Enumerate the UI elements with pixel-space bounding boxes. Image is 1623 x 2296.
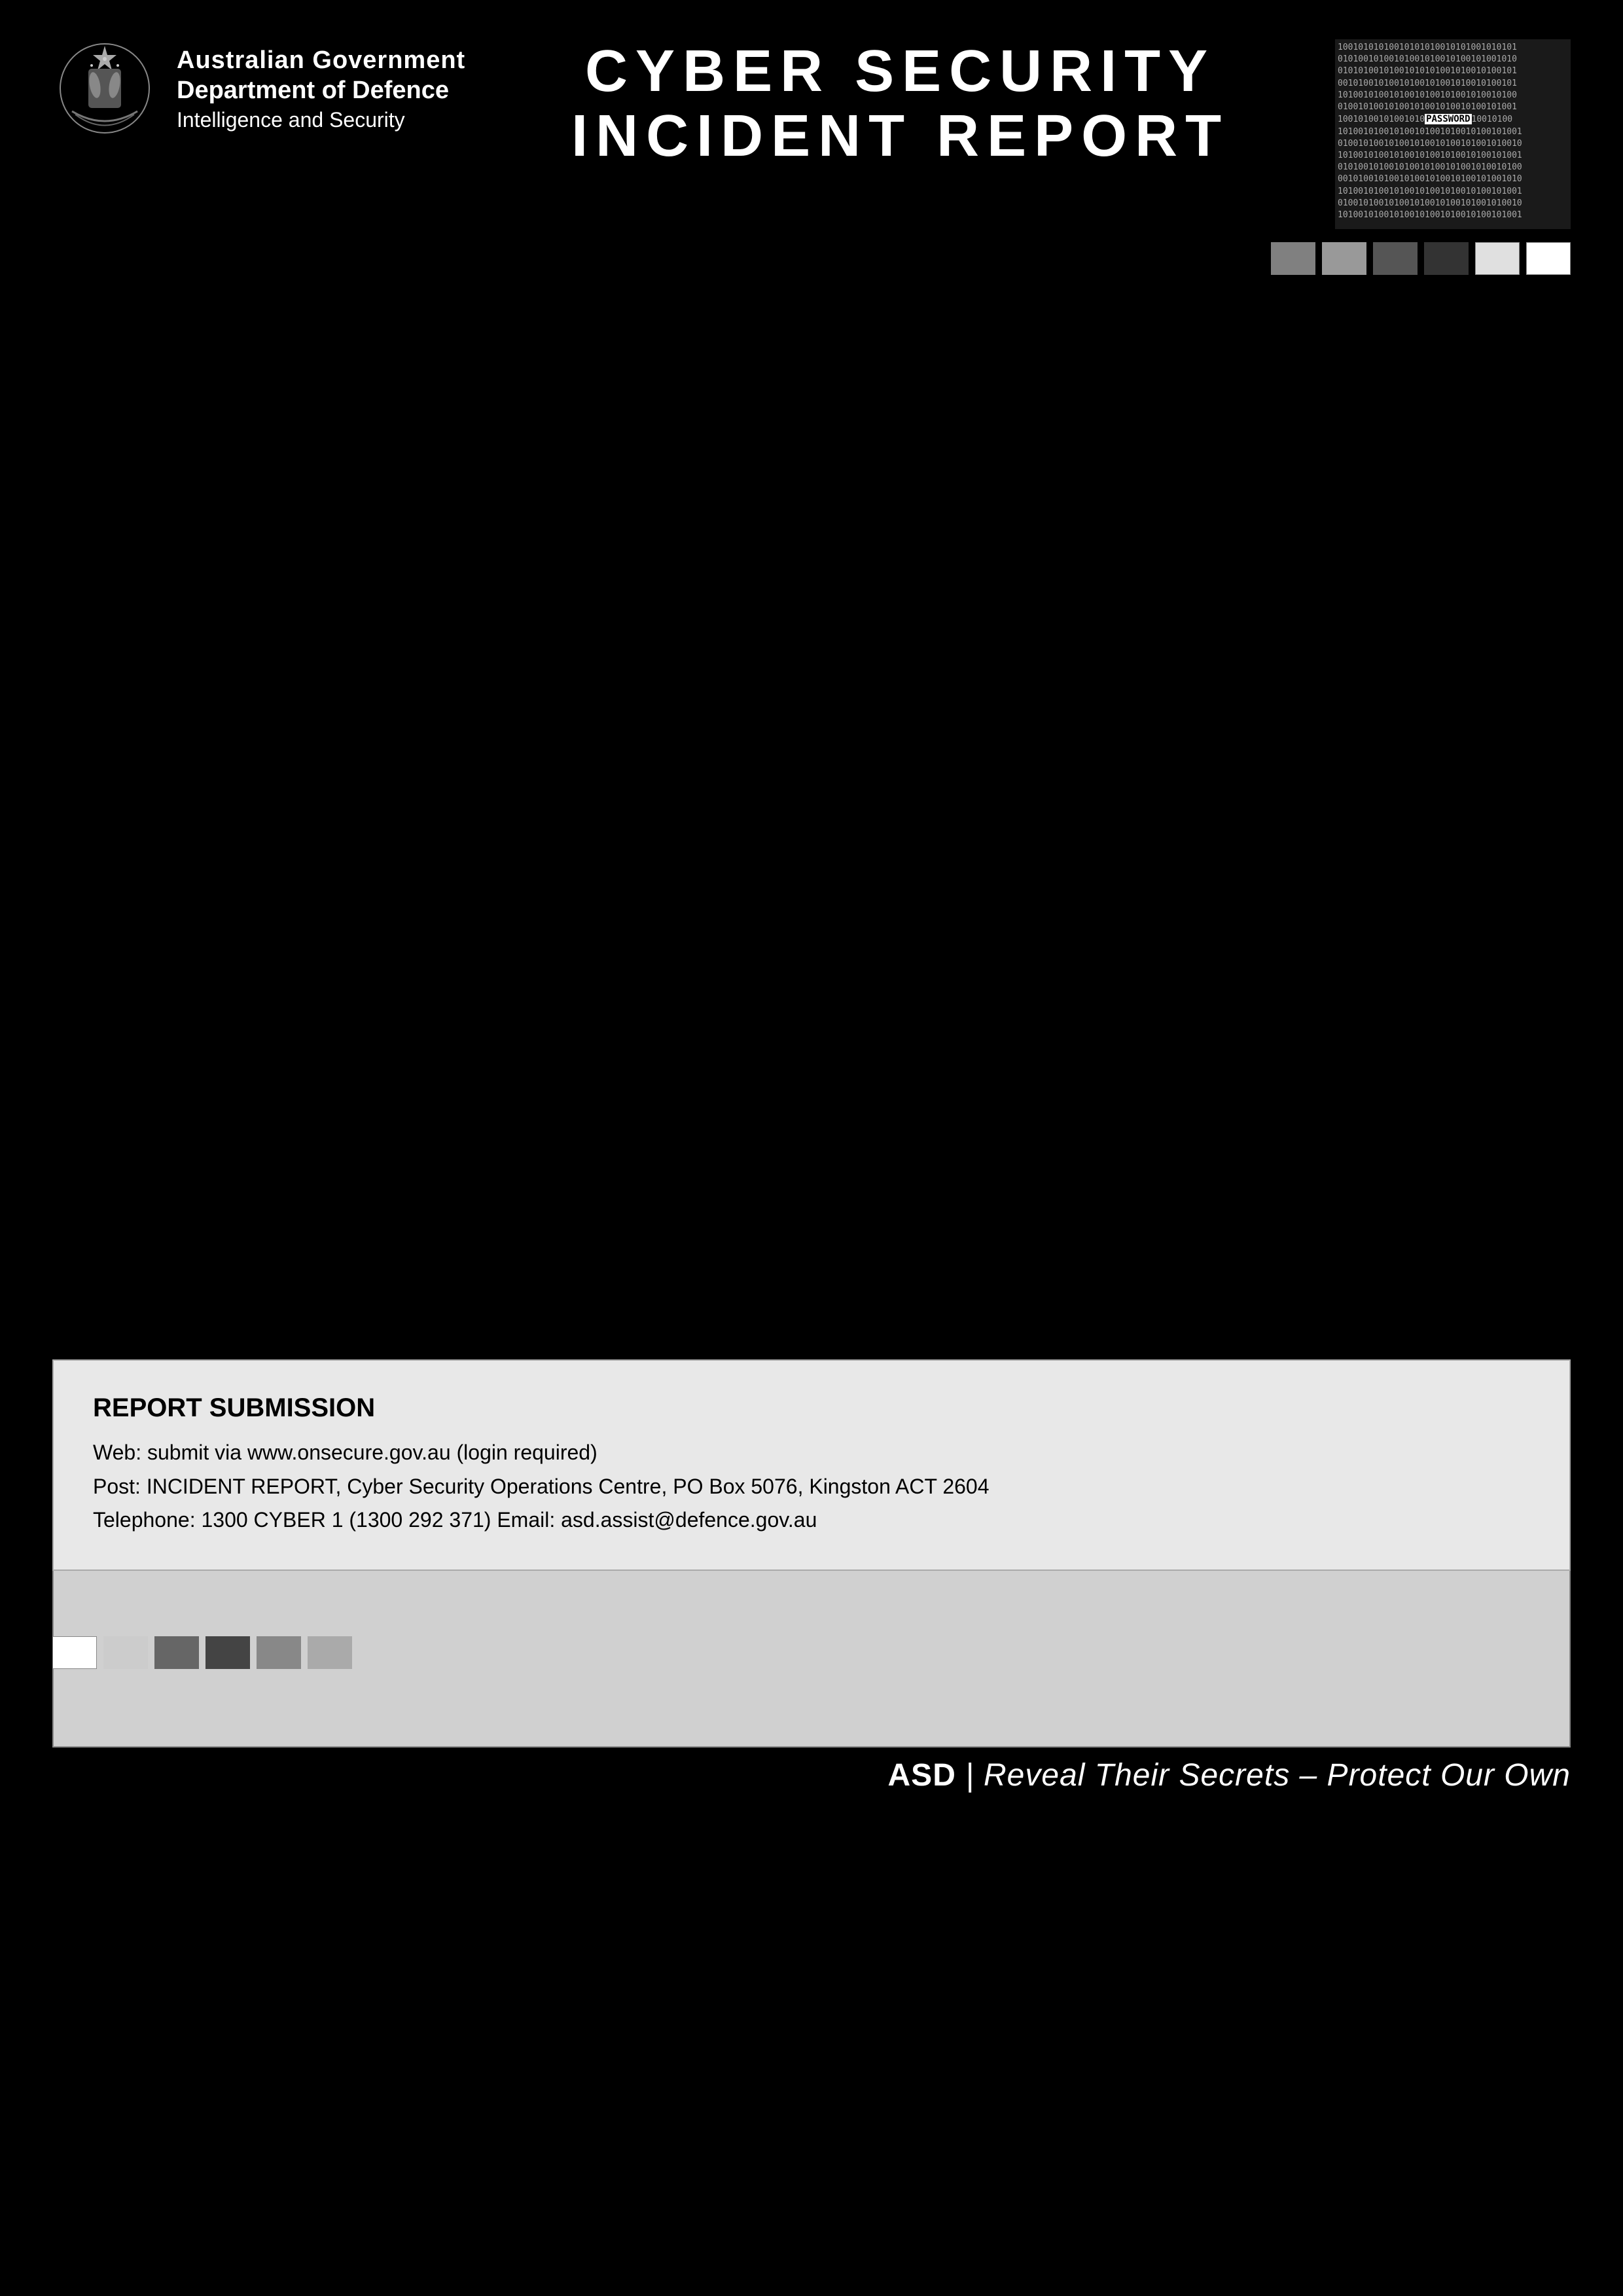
color-block-b5 bbox=[257, 1636, 301, 1669]
report-submission-body: Web: submit via www.onsecure.gov.au (log… bbox=[93, 1436, 1530, 1537]
color-block-6 bbox=[1526, 242, 1571, 275]
org-name-dept: Department of Defence bbox=[177, 76, 465, 106]
color-blocks-top-row bbox=[0, 242, 1623, 275]
report-title-block: CYBER SECURITY INCIDENT REPORT bbox=[465, 39, 1335, 169]
color-block-1 bbox=[1271, 242, 1315, 275]
color-block-b6 bbox=[308, 1636, 352, 1669]
org-name-australian-government: Australian Government bbox=[177, 46, 465, 76]
color-block-b2 bbox=[103, 1636, 148, 1669]
org-text-block: Australian Government Department of Defe… bbox=[177, 39, 465, 135]
main-content-area: REPORT SUBMISSION Web: submit via www.on… bbox=[0, 275, 1623, 1846]
color-block-b3 bbox=[154, 1636, 199, 1669]
asd-tagline-separator: | bbox=[965, 1758, 984, 1793]
org-branding: Australian Government Department of Defe… bbox=[52, 39, 465, 144]
password-highlight: PASSWORD bbox=[1425, 114, 1471, 124]
submission-line-2: Post: INCIDENT REPORT, Cyber Security Op… bbox=[93, 1470, 1530, 1503]
asd-tagline-text: Reveal Their Secrets – Protect Our Own bbox=[984, 1758, 1571, 1793]
title-line-1: CYBER SECURITY bbox=[505, 39, 1296, 104]
submission-line-1: Web: submit via www.onsecure.gov.au (log… bbox=[93, 1436, 1530, 1469]
coat-of-arms-logo bbox=[52, 39, 157, 144]
cyber-image-panel: 10010101010010101010010101001010101 0101… bbox=[1335, 39, 1571, 229]
org-name-intel: Intelligence and Security bbox=[177, 105, 465, 135]
page-header: Australian Government Department of Defe… bbox=[0, 0, 1623, 229]
report-submission-box: REPORT SUBMISSION Web: submit via www.on… bbox=[52, 1359, 1571, 1571]
report-submission-title: REPORT SUBMISSION bbox=[93, 1393, 1530, 1423]
asd-org-label: ASD bbox=[888, 1758, 956, 1793]
color-block-b4 bbox=[205, 1636, 250, 1669]
title-line-2: INCIDENT REPORT bbox=[505, 104, 1296, 169]
color-block-5 bbox=[1475, 242, 1520, 275]
color-block-b1 bbox=[52, 1636, 97, 1669]
submission-line-3: Telephone: 1300 CYBER 1 (1300 292 371) E… bbox=[93, 1503, 1530, 1537]
color-block-2 bbox=[1322, 242, 1366, 275]
binary-overlay: 10010101010010101010010101001010101 0101… bbox=[1335, 39, 1571, 229]
color-block-3 bbox=[1373, 242, 1418, 275]
color-block-4 bbox=[1424, 242, 1469, 275]
asd-tagline: ASD | Reveal Their Secrets – Protect Our… bbox=[888, 1757, 1571, 1793]
color-blocks-bottom-row bbox=[52, 1636, 352, 1669]
